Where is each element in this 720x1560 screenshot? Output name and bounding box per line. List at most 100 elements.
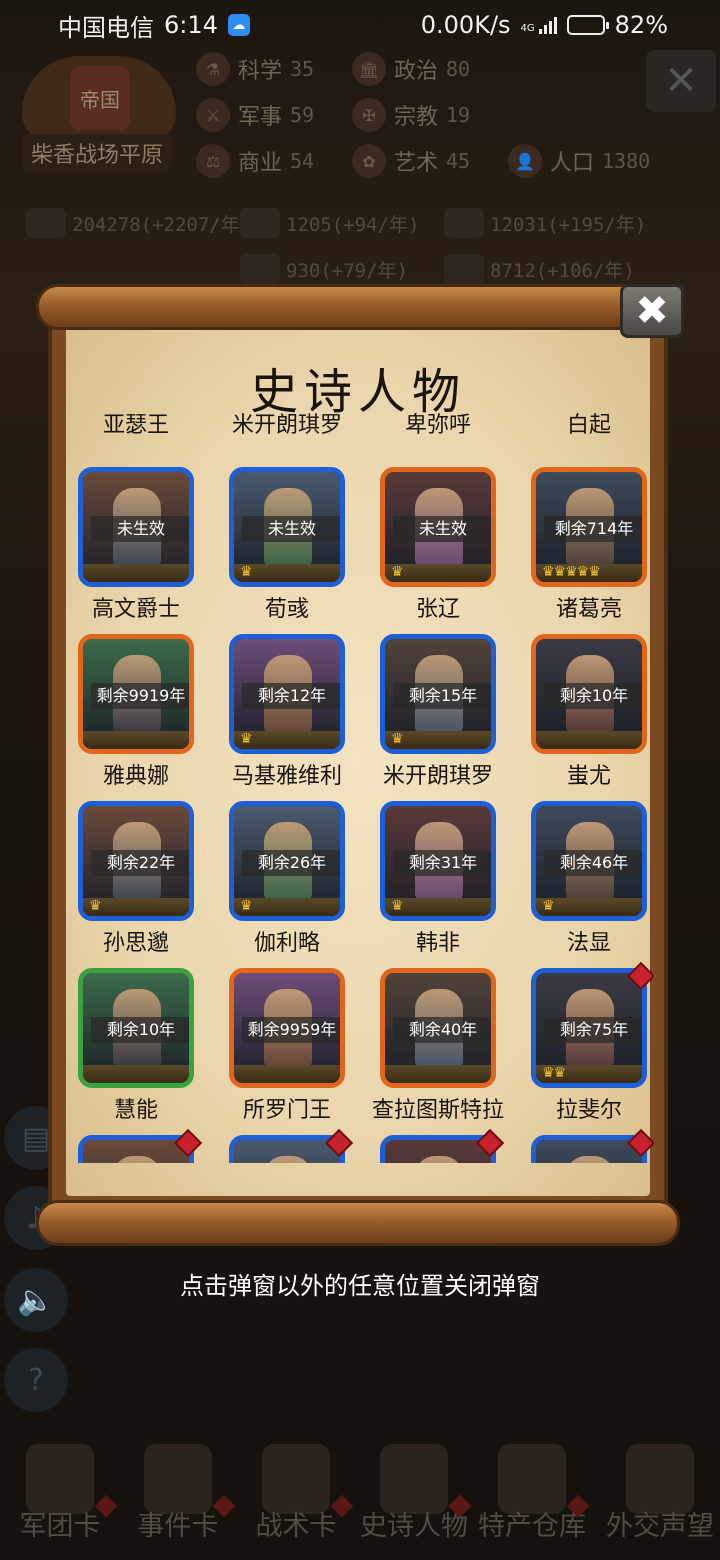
crown-icon: ♛ bbox=[542, 898, 555, 914]
character-status: 剩余75年 bbox=[544, 1017, 642, 1043]
stat-label: 商业 bbox=[238, 151, 283, 176]
character-name: 蚩尤 bbox=[566, 764, 611, 789]
stat-label: 艺术 bbox=[394, 151, 439, 176]
stat-value: 45 bbox=[446, 149, 471, 173]
character-card[interactable]: 剩余9919年雅典娜 bbox=[76, 634, 226, 794]
character-card[interactable]: ♛ 剩余22年孙思邈 bbox=[76, 801, 226, 961]
crown-icon: ♛ bbox=[240, 731, 253, 747]
stat-label: 宗教 bbox=[394, 105, 439, 130]
character-card[interactable] bbox=[529, 1128, 654, 1163]
stat-value: 35 bbox=[290, 57, 315, 81]
character-name: 米开朗琪罗 bbox=[382, 764, 493, 789]
character-status: 剩余15年 bbox=[393, 683, 491, 709]
politics-icon: 🏛 bbox=[352, 52, 386, 86]
nav-diplomacy[interactable]: 外交声望 bbox=[600, 1438, 720, 1560]
empire-name: 柴香战场平原 bbox=[22, 134, 172, 172]
stat-population: 👤 人口 1380 bbox=[508, 144, 650, 178]
character-status: 剩余46年 bbox=[544, 850, 642, 876]
stat-label: 科学 bbox=[238, 59, 283, 84]
character-card[interactable]: 剩余9959年所罗门王 bbox=[227, 968, 377, 1128]
character-card[interactable]: ♛ 剩余12年马基雅维利 bbox=[227, 634, 377, 794]
character-card[interactable] bbox=[378, 1128, 528, 1163]
resource-value: 8712(+106/年) bbox=[490, 259, 635, 282]
character-status: 未生效 bbox=[393, 516, 491, 542]
nav-event-cards[interactable]: 事件卡 bbox=[118, 1438, 238, 1560]
character-status: 剩余10年 bbox=[91, 1017, 189, 1043]
science-icon: ⚗ bbox=[196, 52, 230, 86]
character-name: 马基雅维利 bbox=[231, 764, 342, 789]
character-card[interactable]: ♛ 剩余15年 米开朗琪罗 bbox=[378, 634, 528, 794]
character-card[interactable]: ♛ 未生效张辽 bbox=[378, 467, 528, 627]
character-status: 剩余26年 bbox=[242, 850, 340, 876]
character-name: 孙思邈 bbox=[102, 931, 169, 956]
stat-label: 政治 bbox=[394, 59, 439, 84]
grass-decoration bbox=[234, 1065, 340, 1083]
wood-icon bbox=[240, 208, 280, 238]
stat-label: 人口 bbox=[550, 151, 595, 176]
empire-badge-label: 帝国 bbox=[80, 87, 120, 112]
nav-label: 外交声望 bbox=[606, 1511, 714, 1542]
character-card[interactable]: ♛♛ 剩余75年 拉斐尔 bbox=[529, 961, 654, 1128]
signal-icon: 4G bbox=[521, 16, 557, 34]
character-portrait: ♛ 剩余22年 bbox=[78, 801, 194, 921]
character-card[interactable]: 米开朗琪罗 bbox=[227, 405, 377, 443]
character-name: 拉斐尔 bbox=[555, 1098, 622, 1123]
stat-religion: ✠ 宗教 19 bbox=[352, 98, 470, 132]
character-grid[interactable]: 亚瑟王 米开朗琪罗 卑弥呼 白起 未生效 高文爵士 ♛ 未生效 荀彧 ♛ 未生效 张辽 ♛♛♛♛♛ 剩余7… bbox=[74, 405, 654, 1163]
character-card[interactable]: ♛ 剩余46年法显 bbox=[529, 801, 654, 961]
character-status: 剩余40年 bbox=[393, 1017, 491, 1043]
character-card[interactable]: 剩余10年 慧能 bbox=[76, 968, 226, 1128]
character-name: 所罗门王 bbox=[242, 1098, 331, 1123]
help-button[interactable]: ? bbox=[4, 1348, 68, 1412]
character-card[interactable]: ♛ 剩余26年伽利略 bbox=[227, 801, 377, 961]
character-name: 米开朗琪罗 bbox=[231, 413, 342, 438]
character-card[interactable]: ♛ 未生效 荀彧 bbox=[227, 467, 377, 627]
popup-close-button[interactable]: ✖ bbox=[620, 284, 684, 338]
character-name: 雅典娜 bbox=[102, 764, 169, 789]
character-name: 张辽 bbox=[415, 597, 460, 622]
character-card[interactable]: 未生效 高文爵士 bbox=[76, 467, 226, 627]
character-status: 剩余31年 bbox=[393, 850, 491, 876]
character-portrait: ♛ 剩余12年 bbox=[229, 634, 345, 754]
stat-value: 80 bbox=[446, 57, 471, 81]
notification-app-icon: ☁ bbox=[227, 14, 250, 36]
nav-legion-cards[interactable]: 军团卡 bbox=[0, 1438, 120, 1560]
character-card[interactable]: 卑弥呼 bbox=[378, 405, 528, 443]
character-card[interactable]: ♛♛♛♛♛ 剩余714年 诸葛亮 bbox=[529, 467, 654, 627]
character-portrait: 剩余10年 bbox=[531, 634, 647, 754]
carrier-label: 中国电信 bbox=[58, 13, 154, 42]
iron-icon bbox=[240, 254, 280, 284]
grass-decoration bbox=[83, 731, 189, 749]
character-name: 伽利略 bbox=[253, 931, 320, 956]
character-name: 法显 bbox=[566, 931, 611, 956]
character-portrait: ♛ 剩余26年 bbox=[229, 801, 345, 921]
character-status: 剩余9919年 bbox=[91, 683, 189, 709]
character-status: 剩余10年 bbox=[544, 683, 642, 709]
character-card[interactable] bbox=[76, 1128, 226, 1163]
character-card[interactable]: 剩余10年蚩尤 bbox=[529, 634, 654, 794]
character-card[interactable]: 亚瑟王 bbox=[76, 405, 226, 443]
resource-food: 8712(+106/年) bbox=[444, 254, 635, 284]
nav-specialty-warehouse[interactable]: 特产仓库 bbox=[472, 1438, 592, 1560]
character-card[interactable]: ♛ 剩余31年 韩非 bbox=[378, 801, 528, 961]
character-status: 未生效 bbox=[242, 516, 340, 542]
nav-tactic-cards[interactable]: 战术卡 bbox=[236, 1438, 356, 1560]
character-portrait: ♛ 剩余46年 bbox=[531, 801, 647, 921]
crown-icon: ♛ bbox=[240, 564, 253, 580]
gold-icon bbox=[26, 208, 66, 238]
crown-icon: ♛♛♛♛♛ bbox=[542, 564, 601, 580]
scroll-roll-bottom bbox=[36, 1200, 680, 1246]
stat-military: ⚔ 军事 59 bbox=[196, 98, 314, 132]
character-card[interactable] bbox=[227, 1128, 377, 1163]
network-speed: 0.00K/s bbox=[420, 11, 511, 39]
grass-decoration bbox=[83, 1065, 189, 1083]
stat-label: 军事 bbox=[238, 105, 283, 130]
character-portrait: 剩余9959年 bbox=[229, 968, 345, 1088]
crown-icon: ♛ bbox=[391, 564, 404, 580]
nav-epic-characters[interactable]: 史诗人物 bbox=[354, 1438, 474, 1560]
resource-value: 930(+79/年) bbox=[286, 259, 408, 282]
character-card[interactable]: 白起 bbox=[529, 405, 654, 443]
character-card[interactable]: 剩余40年 查拉图斯特拉 bbox=[372, 968, 528, 1128]
background-close-button[interactable]: ✕ bbox=[646, 50, 716, 112]
crown-icon: ♛ bbox=[89, 898, 102, 914]
